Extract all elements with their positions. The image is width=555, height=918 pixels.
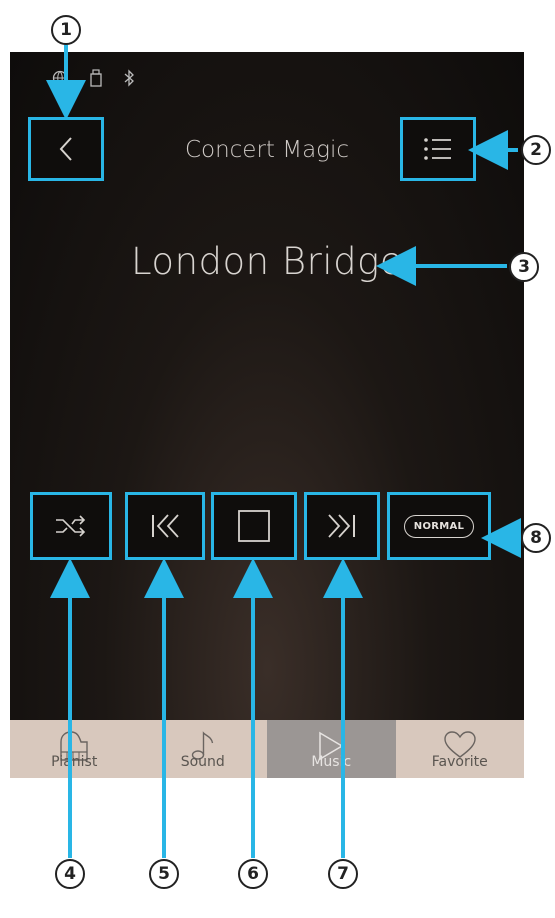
callout-5: 5 <box>149 859 179 889</box>
callout-4: 4 <box>55 859 85 889</box>
callout-2: 2 <box>521 135 551 165</box>
callout-1: 1 <box>51 15 81 45</box>
callout-arrows <box>46 44 521 858</box>
callout-3: 3 <box>509 252 539 282</box>
callout-6: 6 <box>238 859 268 889</box>
callout-8: 8 <box>521 523 551 553</box>
callout-7: 7 <box>328 859 358 889</box>
